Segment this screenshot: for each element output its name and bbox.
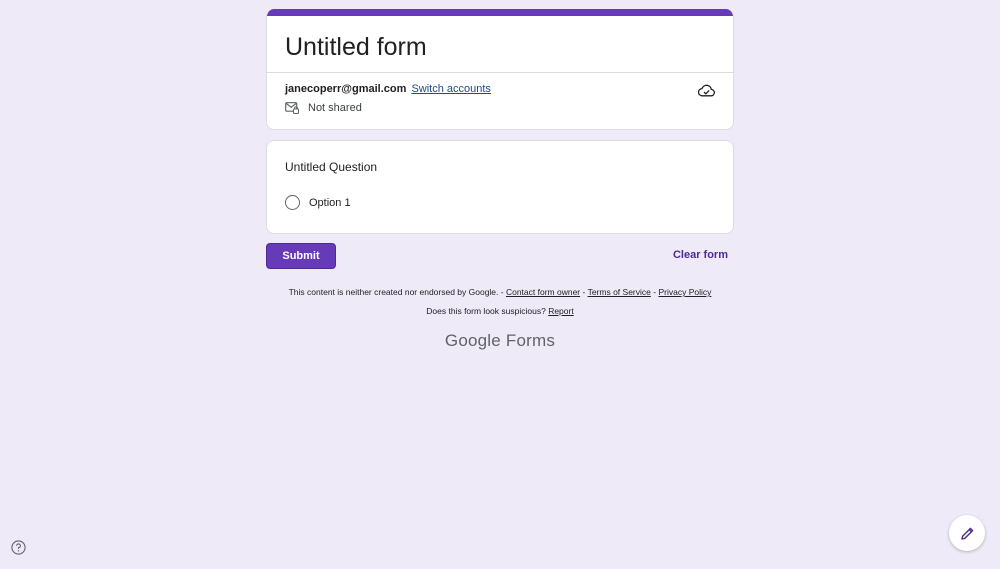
footer-disclaimer-line: This content is neither created nor endo… [266, 287, 734, 298]
terms-link[interactable]: Terms of Service [588, 287, 651, 297]
footer-disclaimer: This content is neither created nor endo… [288, 287, 504, 297]
report-link[interactable]: Report [548, 306, 574, 316]
footer-sep: - [653, 287, 657, 297]
form-column: Untitled form janecoperr@gmail.com Switc… [266, 9, 734, 351]
google-forms-logo[interactable]: Google Forms [266, 331, 734, 351]
question-title: Untitled Question [285, 160, 378, 174]
form-actions: Submit Clear form [266, 243, 734, 269]
account-area: janecoperr@gmail.com Switch accounts Not… [267, 73, 733, 129]
form-title: Untitled form [285, 33, 427, 61]
header-accent-bar [267, 9, 733, 16]
footer: This content is neither created nor endo… [266, 287, 734, 317]
form-page: Untitled form janecoperr@gmail.com Switc… [0, 0, 1000, 569]
account-line: janecoperr@gmail.com Switch accounts [285, 82, 715, 96]
help-circle-icon[interactable] [11, 540, 26, 555]
brand-google: Google [444, 331, 501, 350]
clear-form-button[interactable]: Clear form [673, 249, 728, 261]
edit-form-button[interactable] [949, 515, 985, 551]
suspicious-text: Does this form look suspicious? [426, 306, 546, 316]
cloud-check-icon [698, 84, 715, 97]
switch-accounts-link[interactable]: Switch accounts [411, 83, 490, 95]
option-label: Option 1 [309, 196, 351, 209]
account-email: janecoperr@gmail.com [285, 83, 407, 95]
privacy-link[interactable]: Privacy Policy [658, 287, 711, 297]
pencil-icon [960, 527, 973, 540]
submit-button[interactable]: Submit [266, 243, 336, 269]
footer-report-line: Does this form look suspicious? Report [266, 306, 734, 317]
shared-status: Not shared [285, 102, 715, 114]
brand-forms: Forms [505, 331, 556, 350]
title-area: Untitled form [267, 16, 733, 73]
footer-sep: - [582, 287, 586, 297]
form-header-card: Untitled form janecoperr@gmail.com Switc… [266, 9, 734, 130]
option-row[interactable]: Option 1 [285, 195, 715, 210]
option-radio[interactable] [285, 195, 300, 210]
contact-owner-link[interactable]: Contact form owner [506, 287, 580, 297]
question-card: Untitled Question Option 1 [266, 140, 734, 234]
mail-lock-icon [285, 102, 299, 114]
shared-status-text: Not shared [308, 102, 362, 114]
